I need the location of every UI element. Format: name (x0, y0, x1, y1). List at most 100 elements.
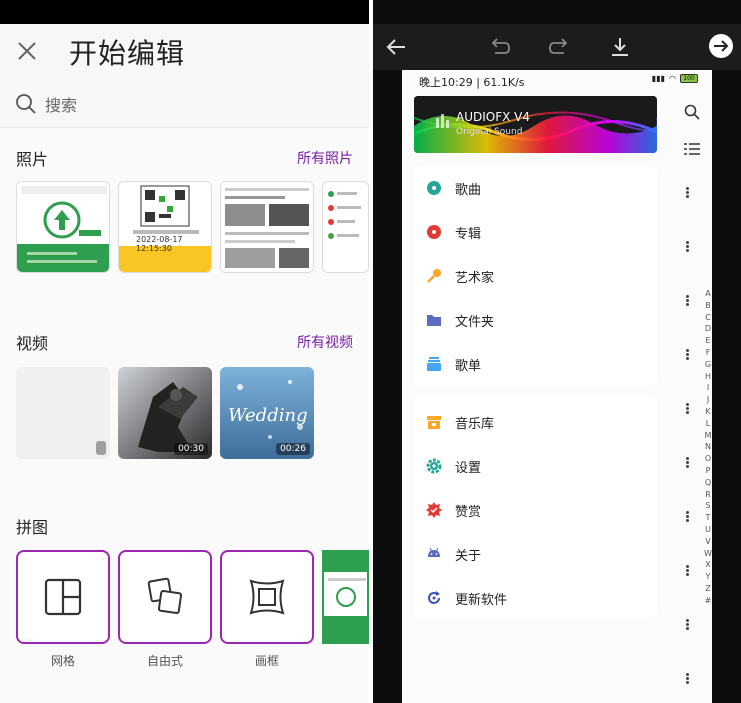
menu-item-artists[interactable]: 艺术家 (426, 262, 494, 290)
photo-thumbnail[interactable] (16, 181, 110, 273)
alphabet-index-letter[interactable]: B (703, 300, 712, 312)
alphabet-index-letter[interactable]: U (703, 524, 712, 536)
search-bar[interactable]: 搜索 (15, 92, 77, 116)
photo-thumbnail[interactable] (322, 181, 369, 273)
menu-label: 文件夹 (455, 314, 495, 330)
more-options-icon[interactable] (686, 186, 690, 199)
menu-item-update[interactable]: 更新软件 (426, 584, 507, 612)
alphabet-index-letter[interactable]: S (703, 500, 712, 512)
menu-item-donate[interactable]: 赞赏 (426, 496, 481, 524)
app-banner[interactable]: AUDIOFX V4 Original Sound (414, 96, 657, 153)
menu-item-songs[interactable]: 歌曲 (426, 174, 481, 202)
photo-content (119, 182, 211, 272)
photo-content (323, 182, 368, 272)
banner-waveform (414, 96, 657, 153)
video-thumbnail[interactable]: Wedding 00:26 (220, 367, 314, 459)
alphabet-index-letter[interactable]: M (703, 430, 712, 442)
signal-icon: ▮▮▮ (651, 74, 666, 83)
alphabet-index-letter[interactable]: P (703, 465, 712, 477)
alphabet-index-letter[interactable]: R (703, 489, 712, 501)
alphabet-index[interactable]: A B C D E F G H I J K L M N O P Q R S T U V W X Y Z # (703, 288, 712, 607)
alphabet-index-letter[interactable]: T (703, 512, 712, 524)
alphabet-index-letter[interactable]: E (703, 335, 712, 347)
alphabet-index-letter[interactable]: H (703, 371, 712, 383)
disc-icon (426, 180, 442, 196)
alphabet-index-letter[interactable]: Z (703, 583, 712, 595)
video-thumbnail[interactable]: 00:30 (118, 367, 212, 459)
more-options-icon[interactable] (686, 510, 690, 523)
menu-item-music-library[interactable]: 音乐库 (426, 408, 494, 436)
alphabet-index-letter[interactable]: X (703, 559, 712, 571)
menu-label: 更新软件 (455, 592, 508, 608)
menu-item-about[interactable]: 关于 (426, 540, 481, 568)
alphabet-index-letter[interactable]: # (703, 595, 712, 607)
close-icon[interactable] (14, 38, 40, 64)
svg-text:Wedding: Wedding (228, 405, 308, 426)
photo-thumbnail[interactable]: 2022-08-17 12:15:30 (118, 181, 212, 273)
redo-icon[interactable] (548, 36, 572, 58)
collage-section-title: 拼图 (16, 518, 49, 537)
status-time: 晚上10:29 | 61.1K/s (419, 76, 525, 89)
all-videos-link[interactable]: 所有视频 (297, 332, 353, 352)
page-title: 开始编辑 (69, 37, 186, 70)
collage-grid-button[interactable] (16, 550, 110, 644)
phone-status-bar: 晚上10:29 | 61.1K/s ▮▮▮ ◠ 100 (402, 70, 712, 92)
alphabet-index-letter[interactable]: N (703, 441, 712, 453)
alphabet-index-letter[interactable]: I (703, 382, 712, 394)
menu-label: 歌曲 (455, 182, 482, 198)
banner-title: AUDIOFX V4 (456, 110, 530, 124)
banner-subtitle: Original Sound (456, 127, 523, 137)
videos-section-title: 视频 (16, 334, 49, 353)
video-placeholder-badge (96, 441, 106, 455)
collage-freestyle-button[interactable] (118, 550, 212, 644)
all-photos-link[interactable]: 所有照片 (297, 148, 353, 168)
more-options-icon[interactable] (686, 618, 690, 631)
more-options-icon[interactable] (686, 294, 690, 307)
menu-item-albums[interactable]: 专辑 (426, 218, 481, 246)
alphabet-index-letter[interactable]: C (703, 312, 712, 324)
alphabet-index-letter[interactable]: J (703, 394, 712, 406)
video-thumbnail[interactable] (16, 367, 110, 459)
photo-thumbnail[interactable] (220, 181, 314, 273)
download-icon[interactable] (609, 36, 631, 58)
more-options-icon[interactable] (686, 240, 690, 253)
list-side-rail: A B C D E F G H I J K L M N O P Q R S T U V W X Y Z # (667, 70, 712, 703)
gear-icon (426, 458, 442, 474)
more-options-icon[interactable] (686, 402, 690, 415)
alphabet-index-letter[interactable]: K (703, 406, 712, 418)
alphabet-index-letter[interactable]: W (703, 548, 712, 560)
divider (0, 127, 369, 128)
alphabet-index-letter[interactable]: O (703, 453, 712, 465)
alphabet-index-letter[interactable]: L (703, 418, 712, 430)
alphabet-index-letter[interactable]: D (703, 323, 712, 335)
menu-item-folders[interactable]: 文件夹 (426, 306, 494, 334)
collage-grid-label: 网格 (50, 654, 75, 668)
back-arrow-icon[interactable] (385, 36, 407, 58)
collage-template-preview[interactable] (322, 550, 369, 644)
frame-layout-icon (249, 579, 285, 615)
freestyle-layout-icon (147, 577, 183, 615)
undo-icon[interactable] (487, 36, 511, 58)
collage-frame-button[interactable] (220, 550, 314, 644)
menu-item-playlists[interactable]: 歌单 (426, 350, 481, 378)
photos-section-title: 照片 (16, 150, 49, 169)
library-icon (426, 414, 442, 430)
right-panel: 晚上10:29 | 61.1K/s ▮▮▮ ◠ 100 AUDIOFX V4 O… (373, 0, 741, 703)
collage-frame-label: 画框 (254, 654, 279, 668)
alphabet-index-letter[interactable]: Y (703, 571, 712, 583)
more-options-icon[interactable] (686, 564, 690, 577)
alphabet-index-letter[interactable]: Q (703, 477, 712, 489)
more-options-icon[interactable] (686, 672, 690, 685)
sort-list-icon[interactable] (684, 142, 700, 156)
alphabet-index-letter[interactable]: A (703, 288, 712, 300)
more-options-icon[interactable] (686, 456, 690, 469)
collage-freestyle-label: 自由式 (146, 654, 183, 668)
more-options-icon[interactable] (686, 348, 690, 361)
search-icon[interactable] (684, 104, 700, 120)
alphabet-index-letter[interactable]: V (703, 536, 712, 548)
next-arrow-icon[interactable] (708, 33, 734, 59)
photo-content (221, 182, 313, 272)
alphabet-index-letter[interactable]: F (703, 347, 712, 359)
menu-item-settings[interactable]: 设置 (426, 452, 481, 480)
alphabet-index-letter[interactable]: G (703, 359, 712, 371)
